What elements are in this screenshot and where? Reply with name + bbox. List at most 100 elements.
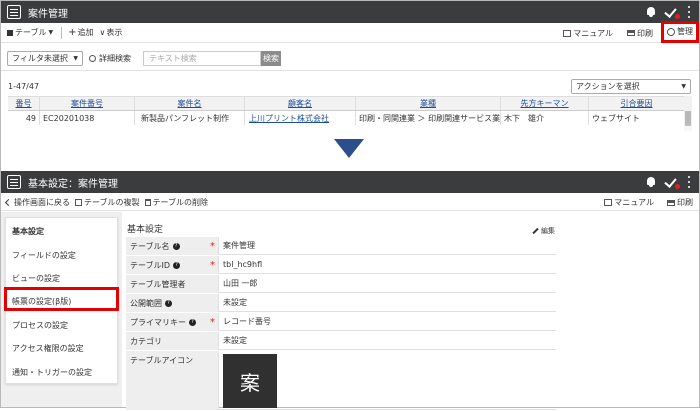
column-header[interactable]: 業種 — [356, 97, 501, 110]
field-label-text: テーブルアイコン — [130, 356, 194, 365]
checkmark-icon[interactable] — [665, 5, 680, 19]
bell-icon[interactable] — [646, 176, 656, 188]
field-label-text: テーブルID — [130, 260, 171, 270]
column-header[interactable]: 顧客名 — [245, 97, 356, 110]
column-header[interactable]: 番号 — [8, 97, 40, 110]
manage-label: 管理 — [677, 27, 693, 36]
delete-label: テーブルの削除 — [152, 197, 209, 207]
field-value: tbl_hc9hfl — [218, 256, 556, 274]
column-header[interactable]: 先方キーマン — [501, 97, 589, 110]
table-row[interactable]: 49 EC20201038 新製品パンフレット制作 上川プリント株式会社 印刷・… — [8, 111, 684, 125]
more-menu-icon[interactable] — [688, 176, 691, 188]
manage-button[interactable]: 管理 — [661, 20, 699, 43]
required-icon: * — [210, 259, 215, 271]
field-label: テーブル管理者 — [126, 275, 218, 293]
sidebar-item-notifications[interactable]: 通知・トリガーの設定 — [12, 367, 92, 378]
action-select-value: アクションを選択 — [576, 82, 640, 91]
down-arrow-icon — [334, 139, 364, 158]
delete-table-link[interactable]: テーブルの削除 — [144, 197, 209, 208]
help-icon[interactable]: ? — [172, 242, 180, 250]
back-to-operation-link[interactable]: 操作画面に戻る — [4, 197, 70, 208]
field-label: 公開範囲? — [126, 294, 218, 312]
more-menu-icon[interactable] — [688, 6, 691, 18]
table-icon — [7, 29, 13, 36]
view-type-select[interactable]: テーブル ▼ — [7, 27, 53, 38]
sidebar-item-access[interactable]: アクセス権限の設定 — [12, 343, 84, 354]
help-icon[interactable]: ? — [173, 261, 181, 269]
sidebar-item-views[interactable]: ビューの設定 — [12, 273, 60, 284]
manual-label: マニュアル — [573, 28, 613, 38]
field-label: テーブルアイコン — [126, 351, 218, 410]
customer-link[interactable]: 上川プリント株式会社 — [245, 111, 356, 125]
table-cell: 印刷・同関連業 ＞ 印刷関連サービス業 — [356, 111, 501, 125]
app-title: 案件管理 — [28, 8, 68, 20]
sidebar-item-basic[interactable]: 基本設定 — [12, 226, 44, 237]
filter-select[interactable]: フィルタ未選択 ▼ — [7, 51, 83, 66]
form-row: テーブル名? * 案件管理 — [126, 237, 556, 256]
field-value: レコード番号 — [218, 313, 556, 331]
settings-app-header: 基本設定：案件管理 — [1, 171, 699, 193]
column-header[interactable]: 案件番号 — [40, 97, 135, 110]
print-label: 印刷 — [637, 28, 653, 38]
section-title: 基本設定 — [127, 225, 164, 235]
sidebar-item-process[interactable]: プロセスの設定 — [12, 320, 68, 331]
view-type-label: テーブル — [15, 28, 47, 37]
chevron-left-icon — [4, 198, 13, 206]
chevron-down-icon: ∨ — [99, 28, 106, 37]
advanced-search-button[interactable]: 詳細検索 — [89, 53, 131, 64]
manual-button[interactable]: マニュアル — [604, 197, 654, 208]
copy-icon — [75, 198, 82, 206]
add-button[interactable]: + 追加 — [68, 27, 93, 38]
search-input[interactable]: テキスト検索 — [143, 51, 261, 66]
table-cell: 新製品パンフレット制作 — [135, 111, 245, 125]
column-header[interactable]: 案件名 — [135, 97, 245, 110]
chevron-down-icon: ▼ — [48, 29, 54, 36]
field-value: 未設定 — [218, 294, 556, 312]
field-value: 未設定 — [218, 332, 556, 350]
hamburger-menu-icon[interactable] — [7, 175, 21, 189]
filter-bar: フィルタ未選択 ▼ 詳細検索 テキスト検索 検索 — [1, 47, 699, 71]
panel-fade — [1, 124, 699, 134]
table-header-row: 番号 案件番号 案件名 顧客名 業種 先方キーマン 引合要因 — [8, 96, 684, 111]
book-icon — [604, 199, 613, 206]
trash-icon — [144, 198, 151, 206]
field-value: 山田 一郎 — [218, 275, 556, 293]
print-label: 印刷 — [677, 198, 693, 207]
table-cell: EC20201038 — [40, 111, 135, 125]
checkmark-icon[interactable] — [665, 175, 680, 189]
bell-icon[interactable] — [646, 6, 656, 18]
action-select[interactable]: アクションを選択 ▼ — [571, 79, 691, 94]
hamburger-menu-icon[interactable] — [7, 5, 21, 19]
sidebar-item-fields[interactable]: フィールドの設定 — [12, 250, 76, 261]
settings-title: 基本設定：案件管理 — [28, 178, 118, 190]
toolbar-divider — [61, 26, 63, 39]
table-cell: 49 — [8, 111, 40, 125]
filter-select-value: フィルタ未選択 — [12, 54, 68, 63]
display-toggle-button[interactable]: ∨ 表示 — [100, 27, 123, 38]
print-button[interactable]: 印刷 — [667, 197, 693, 208]
duplicate-table-link[interactable]: テーブルの複製 — [75, 197, 140, 208]
table-cell: ウェブサイト — [592, 113, 640, 123]
column-header[interactable]: 引合要因 — [589, 97, 684, 110]
form-row: テーブルID? * tbl_hc9hfl — [126, 256, 556, 275]
help-icon[interactable]: ? — [165, 299, 172, 307]
manual-label: マニュアル — [614, 198, 654, 207]
basic-settings-form: テーブル名? * 案件管理 テーブルID? * tbl_hc9hfl テーブル管理者… — [126, 237, 556, 411]
chevron-down-icon: ▼ — [681, 83, 686, 90]
advanced-search-label: 詳細検索 — [99, 54, 131, 63]
manual-button[interactable]: マニュアル — [563, 28, 613, 39]
search-button[interactable]: 検索 — [261, 51, 281, 66]
gear-icon — [667, 27, 675, 36]
edit-label: 編集 — [541, 227, 555, 235]
notification-dot — [675, 14, 680, 19]
required-icon: * — [210, 240, 215, 252]
printer-icon — [627, 30, 635, 36]
table-icon-tile[interactable]: 案 — [223, 354, 277, 408]
field-label: テーブル名? * — [126, 237, 218, 255]
form-row: カテゴリ 未設定 — [126, 332, 556, 351]
help-icon[interactable]: ? — [189, 318, 196, 326]
print-button[interactable]: 印刷 — [627, 28, 653, 39]
add-label: 追加 — [77, 28, 94, 37]
edit-button[interactable]: 編集 — [532, 226, 555, 236]
field-label-text: プライマリキー — [130, 317, 186, 327]
